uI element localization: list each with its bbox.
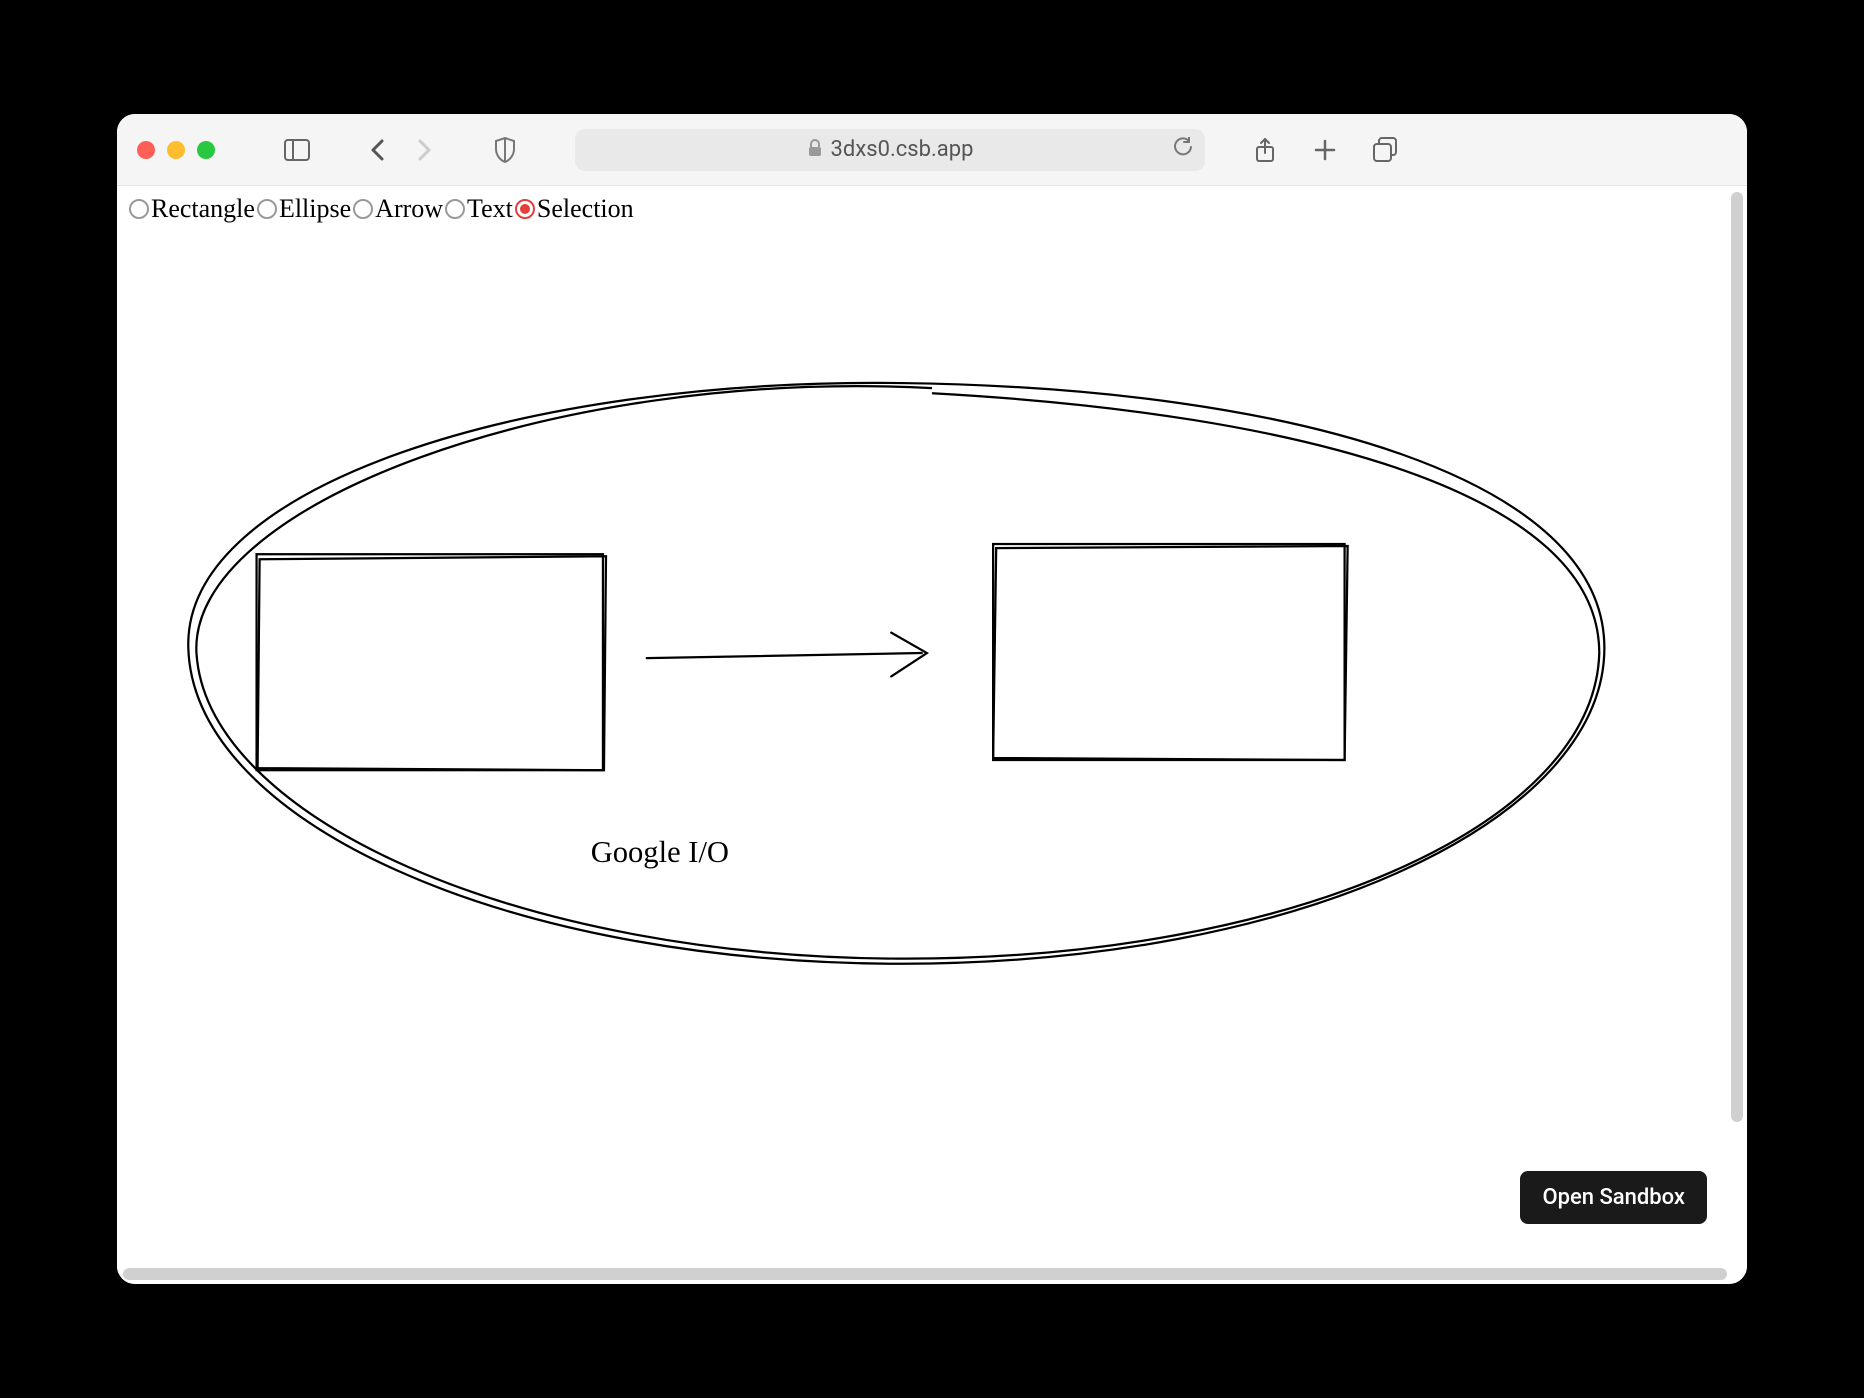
radio-icon — [515, 199, 535, 219]
sidebar-toggle-icon[interactable] — [279, 132, 315, 168]
tool-selection[interactable]: Selection — [515, 194, 634, 224]
shield-icon[interactable] — [487, 132, 523, 168]
new-tab-icon[interactable] — [1307, 132, 1343, 168]
back-button[interactable] — [359, 132, 395, 168]
canvas-text-label[interactable]: Google I/O — [591, 835, 729, 869]
titlebar: 3dxs0.csb.app — [117, 114, 1747, 186]
share-icon[interactable] — [1247, 132, 1283, 168]
tool-radio-row: Rectangle Ellipse Arrow Text Selection — [117, 186, 1747, 232]
horizontal-scrollbar[interactable] — [123, 1268, 1727, 1280]
reload-icon[interactable] — [1173, 137, 1193, 163]
tool-text[interactable]: Text — [445, 194, 513, 224]
tabs-overview-icon[interactable] — [1367, 132, 1403, 168]
tool-label: Selection — [537, 194, 634, 224]
tool-arrow[interactable]: Arrow — [353, 194, 443, 224]
address-bar[interactable]: 3dxs0.csb.app — [575, 129, 1205, 171]
open-sandbox-button[interactable]: Open Sandbox — [1520, 1171, 1707, 1224]
close-window-button[interactable] — [137, 141, 155, 159]
radio-icon — [129, 199, 149, 219]
lock-icon — [807, 139, 823, 161]
tool-rectangle[interactable]: Rectangle — [129, 194, 255, 224]
tool-label: Rectangle — [151, 194, 255, 224]
page-content: Rectangle Ellipse Arrow Text Selection — [117, 186, 1747, 1284]
browser-window: 3dxs0.csb.app — [117, 114, 1747, 1284]
open-sandbox-label: Open Sandbox — [1542, 1185, 1685, 1210]
tool-label: Arrow — [375, 194, 443, 224]
drawing-canvas[interactable]: Google I/O — [117, 236, 1747, 1284]
tool-label: Text — [467, 194, 513, 224]
tool-ellipse[interactable]: Ellipse — [257, 194, 351, 224]
rectangle-shape-left[interactable] — [257, 554, 606, 770]
traffic-lights — [137, 141, 215, 159]
radio-icon — [353, 199, 373, 219]
minimize-window-button[interactable] — [167, 141, 185, 159]
forward-button[interactable] — [407, 132, 443, 168]
vertical-scrollbar[interactable] — [1731, 192, 1743, 1122]
tool-label: Ellipse — [279, 194, 351, 224]
maximize-window-button[interactable] — [197, 141, 215, 159]
radio-icon — [257, 199, 277, 219]
arrow-shape[interactable] — [647, 633, 927, 677]
rectangle-shape-right[interactable] — [993, 544, 1348, 760]
right-toolbar-icons — [1247, 132, 1403, 168]
url-text: 3dxs0.csb.app — [831, 137, 974, 162]
radio-icon — [445, 199, 465, 219]
